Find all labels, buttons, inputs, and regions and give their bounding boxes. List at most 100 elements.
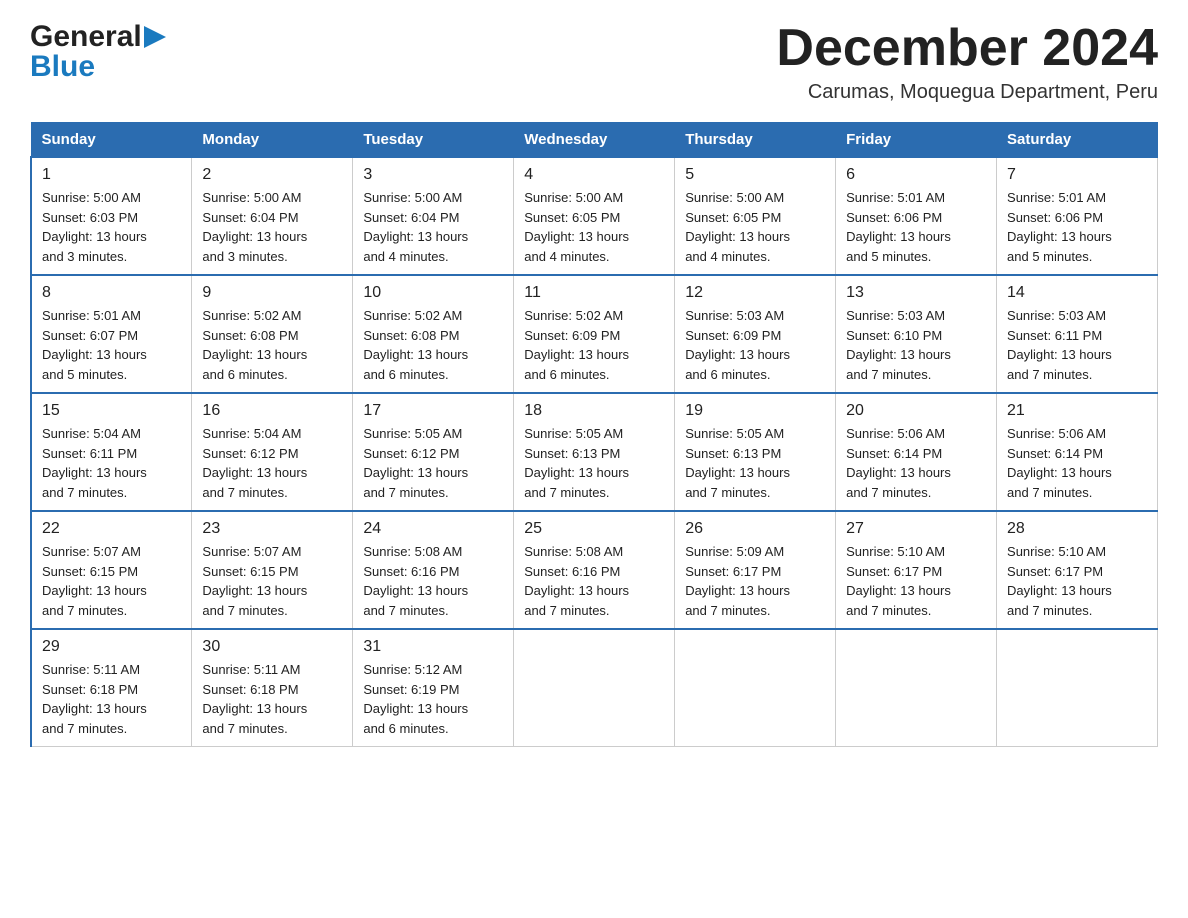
week-row-2: 8Sunrise: 5:01 AMSunset: 6:07 PMDaylight… [31,275,1158,393]
day-info: Sunrise: 5:00 AMSunset: 6:04 PMDaylight:… [202,188,342,266]
calendar-cell [997,629,1158,747]
day-number: 30 [202,638,342,656]
calendar-cell [514,629,675,747]
logo-general: General [30,20,142,54]
day-number: 28 [1007,520,1147,538]
day-info: Sunrise: 5:04 AMSunset: 6:11 PMDaylight:… [42,424,181,502]
week-row-5: 29 Sunrise: 5:11 AMSunset: 6:18 PMDayligh… [31,629,1158,747]
day-number: 12 [685,284,825,302]
calendar-cell: 10Sunrise: 5:02 AMSunset: 6:08 PMDayligh… [353,275,514,393]
calendar-header-wednesday: Wednesday [514,123,675,158]
title-area: December 2024 Carumas, Moquegua Departme… [776,20,1158,104]
day-info: Sunrise: 5:00 AMSunset: 6:04 PMDaylight:… [363,188,503,266]
calendar-header-thursday: Thursday [675,123,836,158]
calendar-cell: 21Sunrise: 5:06 AMSunset: 6:14 PMDayligh… [997,393,1158,511]
day-info: Sunrise: 5:09 AMSunset: 6:17 PMDaylight:… [685,542,825,620]
calendar-header-friday: Friday [836,123,997,158]
day-number: 17 [363,402,503,420]
day-info: Sunrise: 5:03 AMSunset: 6:10 PMDaylight:… [846,306,986,384]
logo-blue: Blue [30,50,95,83]
day-info: Sunrise: 5:02 AMSunset: 6:08 PMDaylight:… [202,306,342,384]
calendar-header-tuesday: Tuesday [353,123,514,158]
day-info: Sunrise: 5:02 AMSunset: 6:09 PMDaylight:… [524,306,664,384]
day-number: 4 [524,166,664,184]
day-info: Sunrise: 5:03 AMSunset: 6:09 PMDaylight:… [685,306,825,384]
day-info: Sunrise: 5:03 AMSunset: 6:11 PMDaylight:… [1007,306,1147,384]
calendar-cell: 27Sunrise: 5:10 AMSunset: 6:17 PMDayligh… [836,511,997,629]
day-info: Sunrise: 5:08 AMSunset: 6:16 PMDaylight:… [524,542,664,620]
calendar-header-row: SundayMondayTuesdayWednesdayThursdayFrid… [31,123,1158,158]
day-info: Sunrise: 5:12 AMSunset: 6:19 PMDaylight:… [363,660,503,738]
calendar-cell: 3 Sunrise: 5:00 AMSunset: 6:04 PMDaylight… [353,157,514,275]
day-info: Sunrise: 5:08 AMSunset: 6:16 PMDaylight:… [363,542,503,620]
day-number: 19 [685,402,825,420]
calendar-cell: 19 Sunrise: 5:05 AMSunset: 6:13 PMDayligh… [675,393,836,511]
calendar-cell: 1Sunrise: 5:00 AMSunset: 6:03 PMDaylight… [31,157,192,275]
header: General Blue December 2024 Carumas, Moqu… [30,20,1158,104]
calendar-cell: 8Sunrise: 5:01 AMSunset: 6:07 PMDaylight… [31,275,192,393]
day-info: Sunrise: 5:11 AMSunset: 6:18 PMDaylight:… [202,660,342,738]
calendar-cell: 18 Sunrise: 5:05 AMSunset: 6:13 PMDayligh… [514,393,675,511]
day-number: 6 [846,166,986,184]
day-number: 27 [846,520,986,538]
day-number: 26 [685,520,825,538]
day-number: 2 [202,166,342,184]
calendar-header-sunday: Sunday [31,123,192,158]
day-number: 8 [42,284,181,302]
calendar-cell: 26 Sunrise: 5:09 AMSunset: 6:17 PMDayligh… [675,511,836,629]
day-info: Sunrise: 5:07 AMSunset: 6:15 PMDaylight:… [202,542,342,620]
calendar-cell [836,629,997,747]
calendar-cell: 15 Sunrise: 5:04 AMSunset: 6:11 PMDayligh… [31,393,192,511]
day-number: 16 [202,402,342,420]
calendar-cell: 20 Sunrise: 5:06 AMSunset: 6:14 PMDayligh… [836,393,997,511]
calendar-cell [675,629,836,747]
day-number: 14 [1007,284,1147,302]
day-number: 7 [1007,166,1147,184]
calendar-cell: 28Sunrise: 5:10 AMSunset: 6:17 PMDayligh… [997,511,1158,629]
calendar-cell: 17 Sunrise: 5:05 AMSunset: 6:12 PMDayligh… [353,393,514,511]
week-row-4: 22 Sunrise: 5:07 AMSunset: 6:15 PMDayligh… [31,511,1158,629]
day-number: 18 [524,402,664,420]
day-info: Sunrise: 5:01 AMSunset: 6:06 PMDaylight:… [1007,188,1147,266]
day-info: Sunrise: 5:04 AMSunset: 6:12 PMDaylight:… [202,424,342,502]
day-number: 23 [202,520,342,538]
day-number: 25 [524,520,664,538]
day-number: 21 [1007,402,1147,420]
page-title: December 2024 [776,20,1158,77]
day-number: 29 [42,638,181,656]
day-number: 5 [685,166,825,184]
calendar-cell: 22 Sunrise: 5:07 AMSunset: 6:15 PMDayligh… [31,511,192,629]
day-info: Sunrise: 5:00 AMSunset: 6:05 PMDaylight:… [685,188,825,266]
calendar-cell: 6 Sunrise: 5:01 AMSunset: 6:06 PMDaylight… [836,157,997,275]
logo-triangle-icon [144,26,166,48]
day-number: 15 [42,402,181,420]
calendar-cell: 2 Sunrise: 5:00 AMSunset: 6:04 PMDaylight… [192,157,353,275]
calendar-cell: 23 Sunrise: 5:07 AMSunset: 6:15 PMDayligh… [192,511,353,629]
day-info: Sunrise: 5:11 AMSunset: 6:18 PMDaylight:… [42,660,181,738]
calendar-cell: 4Sunrise: 5:00 AMSunset: 6:05 PMDaylight… [514,157,675,275]
calendar-cell: 5 Sunrise: 5:00 AMSunset: 6:05 PMDaylight… [675,157,836,275]
day-info: Sunrise: 5:01 AMSunset: 6:06 PMDaylight:… [846,188,986,266]
logo: General Blue [30,20,166,84]
day-number: 20 [846,402,986,420]
calendar-cell: 25 Sunrise: 5:08 AMSunset: 6:16 PMDayligh… [514,511,675,629]
day-info: Sunrise: 5:05 AMSunset: 6:12 PMDaylight:… [363,424,503,502]
calendar-header-saturday: Saturday [997,123,1158,158]
day-number: 13 [846,284,986,302]
day-number: 3 [363,166,503,184]
week-row-3: 15 Sunrise: 5:04 AMSunset: 6:11 PMDayligh… [31,393,1158,511]
calendar-cell: 9Sunrise: 5:02 AMSunset: 6:08 PMDaylight… [192,275,353,393]
day-info: Sunrise: 5:05 AMSunset: 6:13 PMDaylight:… [685,424,825,502]
calendar-cell: 11Sunrise: 5:02 AMSunset: 6:09 PMDayligh… [514,275,675,393]
page-subtitle: Carumas, Moquegua Department, Peru [776,81,1158,104]
day-info: Sunrise: 5:05 AMSunset: 6:13 PMDaylight:… [524,424,664,502]
day-number: 24 [363,520,503,538]
calendar-cell: 13 Sunrise: 5:03 AMSunset: 6:10 PMDayligh… [836,275,997,393]
day-number: 10 [363,284,503,302]
day-number: 22 [42,520,181,538]
calendar-cell: 29 Sunrise: 5:11 AMSunset: 6:18 PMDayligh… [31,629,192,747]
day-info: Sunrise: 5:07 AMSunset: 6:15 PMDaylight:… [42,542,181,620]
calendar-cell: 7 Sunrise: 5:01 AMSunset: 6:06 PMDaylight… [997,157,1158,275]
day-info: Sunrise: 5:06 AMSunset: 6:14 PMDaylight:… [846,424,986,502]
calendar-cell: 24 Sunrise: 5:08 AMSunset: 6:16 PMDayligh… [353,511,514,629]
